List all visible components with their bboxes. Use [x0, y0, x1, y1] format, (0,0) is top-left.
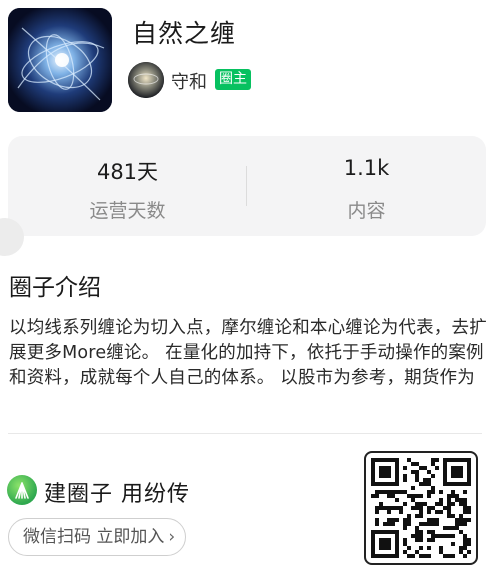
galaxy-cover-art	[8, 8, 112, 112]
owner-avatar[interactable]	[128, 62, 164, 98]
join-button[interactable]: 微信扫码 立即加入 ›	[8, 518, 187, 556]
chevron-right-icon: ›	[168, 527, 176, 547]
owner-name[interactable]: 守和	[171, 68, 207, 94]
stat-label: 内容	[347, 200, 386, 222]
join-button-label: 微信扫码 立即加入	[23, 527, 165, 547]
brand-leaf-icon	[7, 475, 37, 505]
brand-slogan: 建圈子 用纷传	[44, 482, 190, 507]
owner-role-badge: 圈主	[215, 69, 251, 90]
stats-card: 481天 运营天数 1.1k 内容	[8, 136, 486, 236]
qr-code-pattern	[371, 458, 471, 558]
intro-body: 以均线系列缠论为切入点，摩尔缠论和本心缠论为代表，去扩展更多More缠论。 在量…	[9, 318, 487, 388]
intro-heading: 圈子介绍	[9, 275, 101, 301]
stat-value: 481天	[96, 160, 159, 184]
stat-value: 1.1k	[343, 156, 390, 180]
stat-operating-days: 481天 运营天数	[8, 136, 247, 236]
stat-label: 运营天数	[89, 200, 166, 222]
avatar-image	[128, 62, 164, 98]
qr-code-icon	[364, 451, 478, 565]
section-divider	[8, 433, 482, 434]
group-title: 自然之缠	[132, 19, 237, 48]
group-cover-image	[8, 8, 112, 112]
stat-content-count: 1.1k 内容	[247, 136, 486, 236]
